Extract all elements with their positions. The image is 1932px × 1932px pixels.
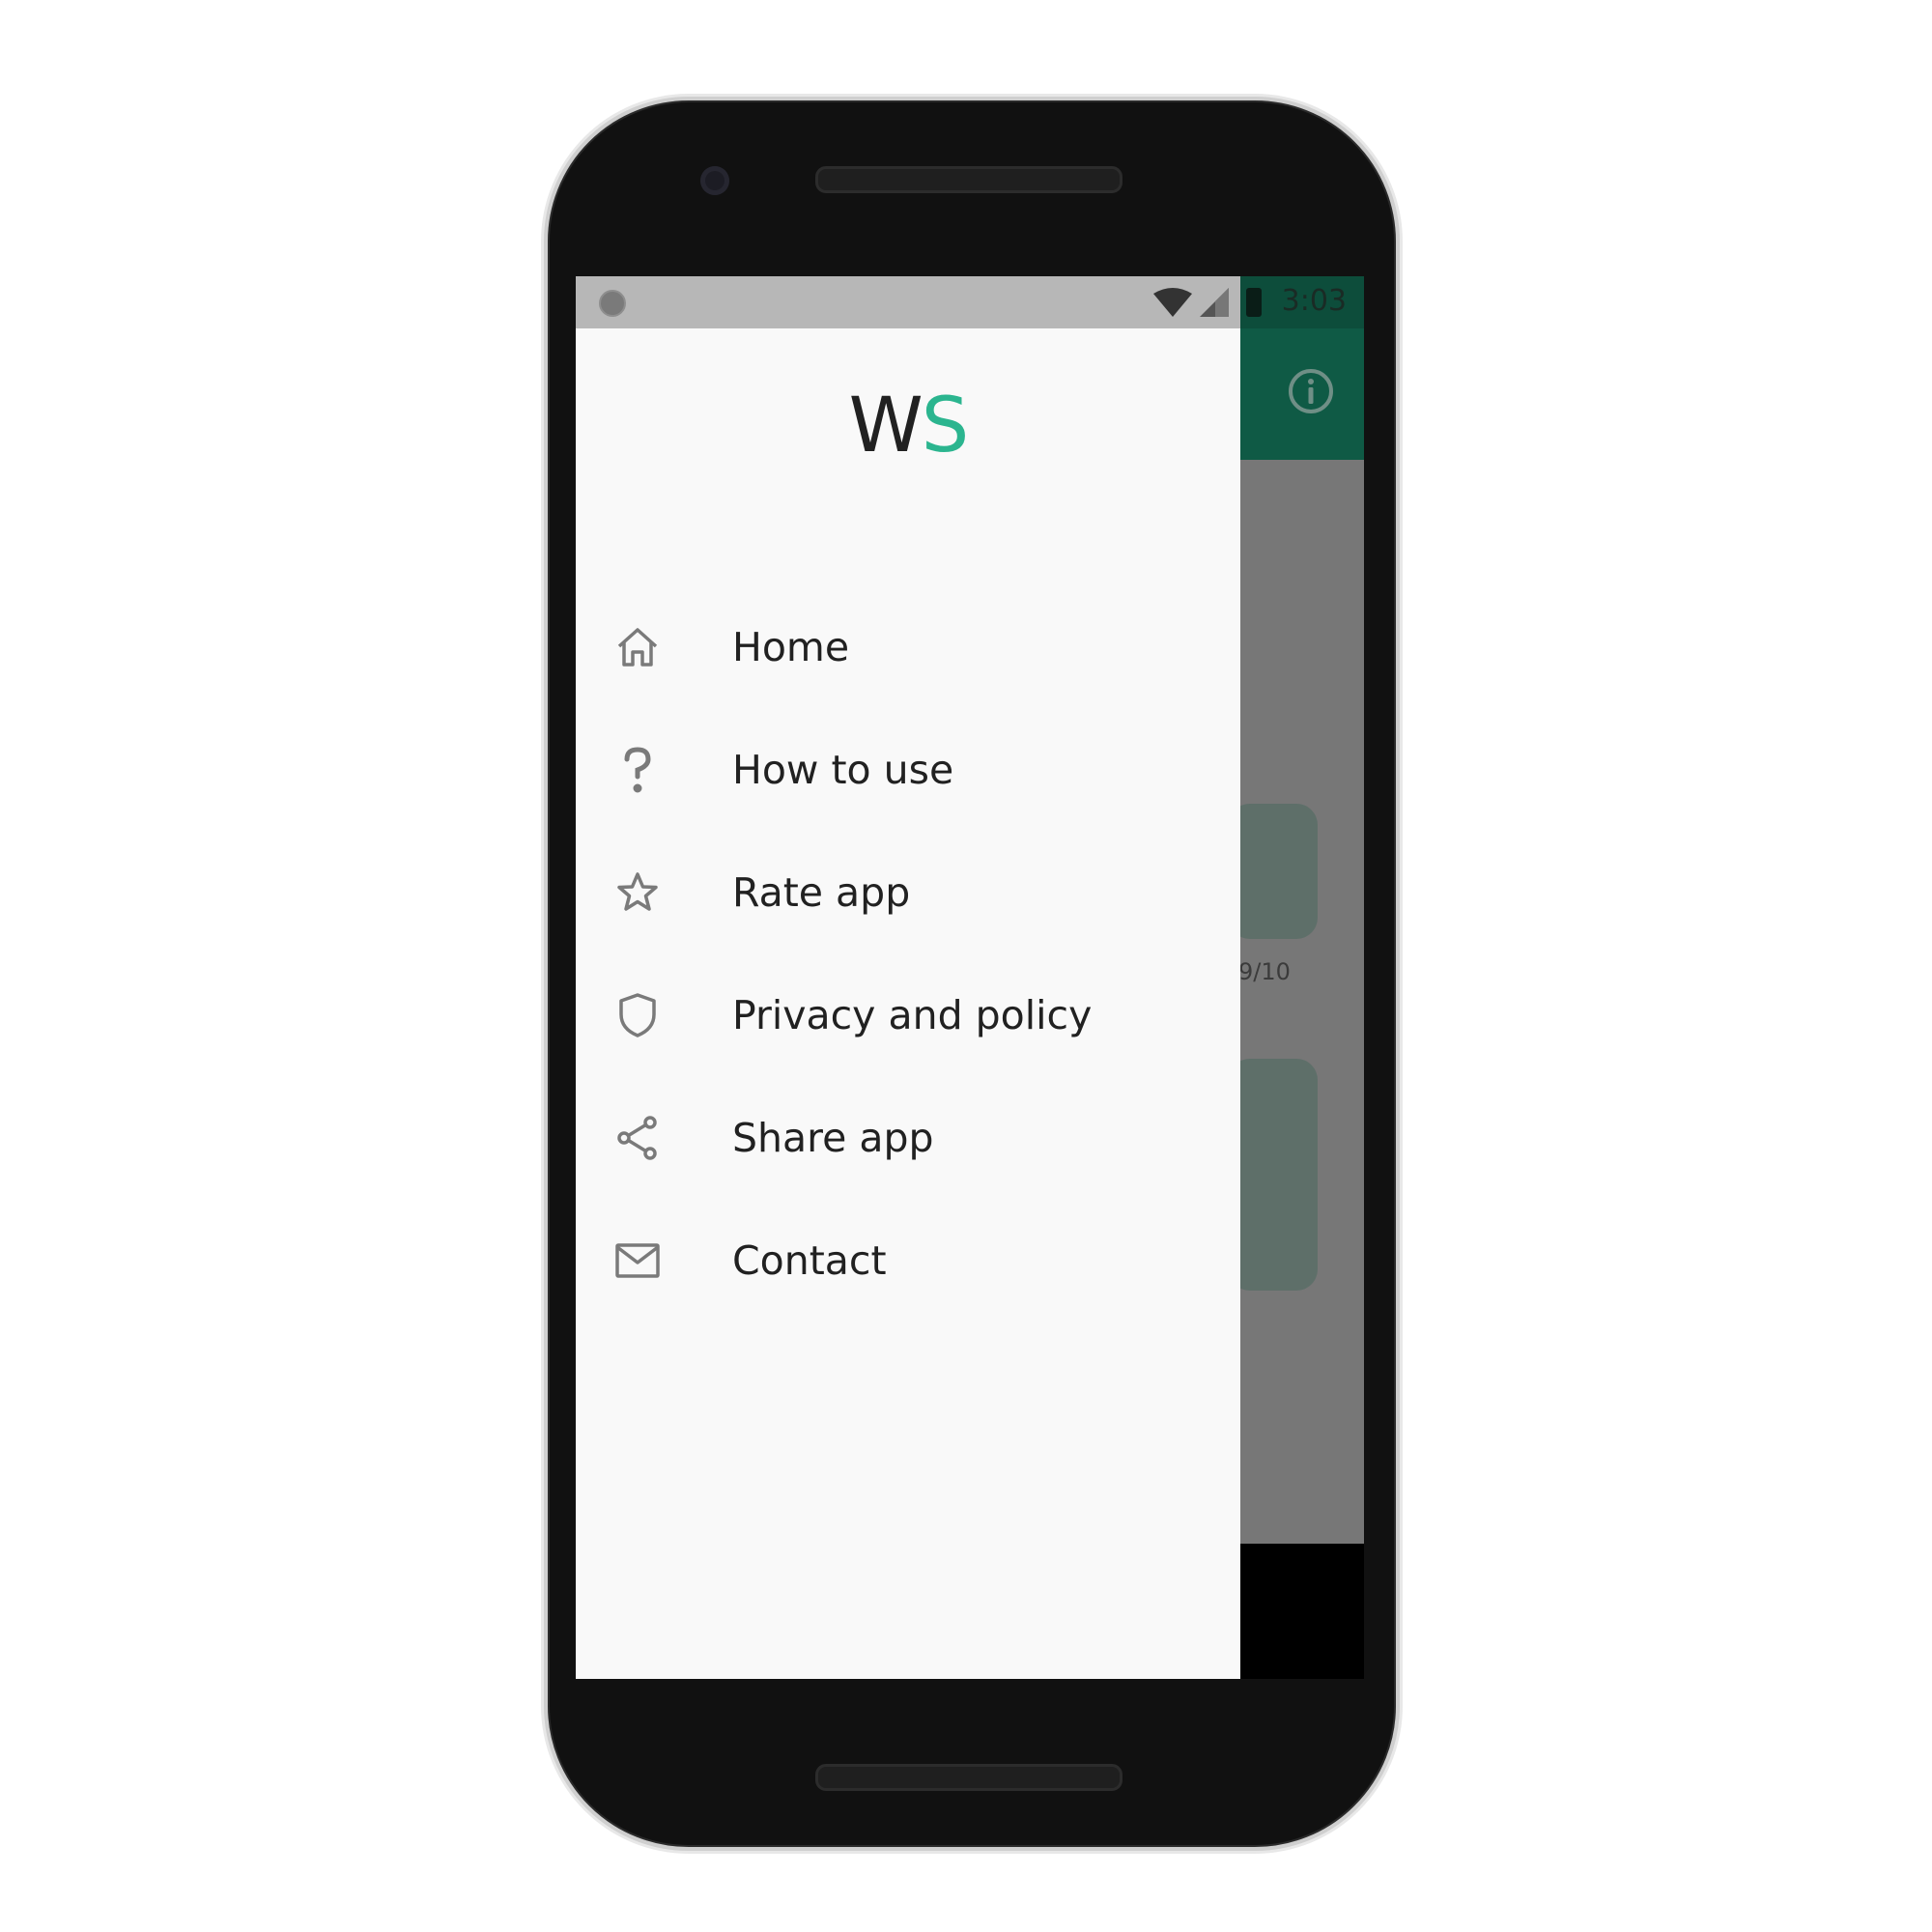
navigation-drawer: WS Home How to use Rate app Privacy and …: [576, 276, 1240, 1679]
background-card: [1229, 1059, 1318, 1291]
menu-label: Rate app: [732, 868, 911, 916]
status-time: 3:03: [1281, 284, 1347, 318]
notification-icon: [599, 290, 626, 317]
menu-label: Contact: [732, 1236, 887, 1284]
front-camera: [700, 166, 729, 195]
menu-item-privacy-policy[interactable]: Privacy and policy: [576, 953, 1240, 1076]
background-counter: 9/10: [1238, 958, 1291, 985]
info-icon[interactable]: [1287, 367, 1335, 419]
menu-label: How to use: [732, 746, 954, 793]
shield-icon: [611, 988, 665, 1042]
question-icon: [611, 743, 665, 797]
bottom-speaker: [815, 1764, 1122, 1791]
app-logo: WS: [576, 388, 1240, 464]
screen: 3:03 9/10 WS Home How to use Rate app Pr…: [576, 276, 1364, 1679]
signal-icon: [1200, 288, 1229, 323]
star-icon: [611, 866, 665, 920]
logo-letter-w: W: [848, 383, 923, 469]
battery-icon: [1246, 288, 1262, 317]
drawer-status-bar: [576, 276, 1240, 328]
menu-item-rate-app[interactable]: Rate app: [576, 831, 1240, 953]
menu-label: Share app: [732, 1114, 934, 1161]
background-card: [1229, 804, 1318, 939]
menu-label: Home: [732, 623, 850, 670]
share-icon: [611, 1111, 665, 1165]
menu-label: Privacy and policy: [732, 991, 1093, 1038]
menu-item-contact[interactable]: Contact: [576, 1199, 1240, 1321]
home-icon: [611, 620, 665, 674]
drawer-menu: Home How to use Rate app Privacy and pol…: [576, 585, 1240, 1321]
menu-item-how-to-use[interactable]: How to use: [576, 708, 1240, 831]
logo-letter-s: S: [921, 383, 969, 469]
top-speaker: [815, 166, 1122, 193]
menu-item-share-app[interactable]: Share app: [576, 1076, 1240, 1199]
mail-icon: [611, 1234, 665, 1288]
menu-item-home[interactable]: Home: [576, 585, 1240, 708]
wifi-icon: [1153, 288, 1192, 323]
